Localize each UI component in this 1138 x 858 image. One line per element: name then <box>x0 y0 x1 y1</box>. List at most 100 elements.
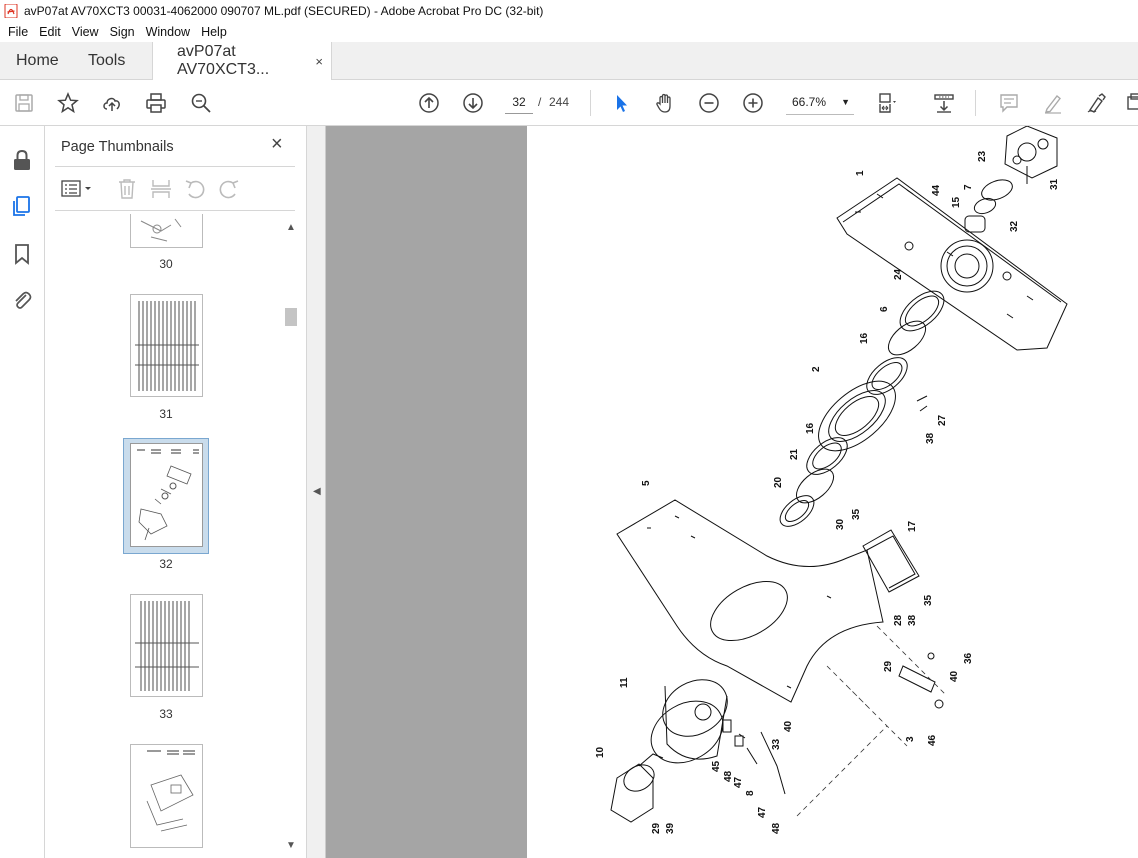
part-label: 7 <box>963 184 974 190</box>
thumbnail-options-icon[interactable] <box>61 179 95 199</box>
zoom-out-icon[interactable] <box>697 91 721 115</box>
menu-bar: File Edit View Sign Window Help <box>0 22 1138 42</box>
page-thumbnail-32[interactable] <box>130 443 203 547</box>
chevron-down-icon[interactable]: ▼ <box>286 840 296 851</box>
part-label: 29 <box>651 822 662 834</box>
page-thumbnail-31[interactable] <box>130 294 203 397</box>
part-label: 1 <box>855 170 866 176</box>
part-label: 24 <box>893 268 904 280</box>
chevron-down-icon: ▼ <box>841 97 850 107</box>
part-label: 17 <box>907 520 918 532</box>
scroll-mode-icon[interactable] <box>932 91 956 115</box>
fit-page-icon[interactable] <box>876 91 900 115</box>
save-icon[interactable] <box>12 91 36 115</box>
more-tools-icon[interactable] <box>1124 91 1138 115</box>
page-thumbnail-34[interactable] <box>130 744 203 848</box>
delete-page-icon[interactable] <box>115 177 139 201</box>
part-label: 40 <box>783 720 794 732</box>
page-thumbnail-30[interactable] <box>130 214 203 248</box>
next-page-icon[interactable] <box>461 91 485 115</box>
print-icon[interactable] <box>144 91 168 115</box>
panel-divider <box>55 210 295 211</box>
menu-window[interactable]: Window <box>146 25 190 39</box>
thumbnail-toolbar <box>55 174 295 204</box>
hand-tool-icon[interactable] <box>653 91 677 115</box>
part-label: 28 <box>893 614 904 626</box>
part-label: 35 <box>923 594 934 606</box>
page-number-input[interactable]: 32 <box>505 90 533 114</box>
page-thumbnail-33[interactable] <box>130 594 203 697</box>
bookmark-icon[interactable] <box>10 242 34 266</box>
acrobat-app-icon <box>4 4 18 18</box>
close-icon[interactable]: × <box>271 134 287 154</box>
part-label: 31 <box>1049 178 1060 190</box>
upload-cloud-icon[interactable] <box>100 91 124 115</box>
menu-edit[interactable]: Edit <box>39 25 61 39</box>
zoom-level-dropdown[interactable]: 66.7% ▼ <box>786 90 854 115</box>
part-label: 44 <box>931 184 942 196</box>
comment-icon[interactable] <box>997 91 1021 115</box>
part-label: 48 <box>771 822 782 834</box>
part-label: 3 <box>905 736 916 742</box>
chevron-up-icon[interactable]: ▲ <box>286 222 296 233</box>
part-label: 46 <box>927 734 938 746</box>
rotate-counterclockwise-icon[interactable] <box>183 177 207 201</box>
scrollbar-thumb[interactable] <box>285 308 297 326</box>
tab-document[interactable]: avP07at AV70XCT3... × <box>152 42 332 80</box>
menu-view[interactable]: View <box>72 25 99 39</box>
part-label: 11 <box>619 677 630 688</box>
attachment-icon[interactable] <box>10 288 34 312</box>
star-icon[interactable] <box>56 91 80 115</box>
tab-tools[interactable]: Tools <box>88 42 125 80</box>
part-label: 35 <box>851 508 862 520</box>
select-cursor-icon[interactable] <box>609 91 633 115</box>
part-label: 29 <box>883 660 894 672</box>
page-number-label: 30 <box>159 257 173 271</box>
page-number-label: 33 <box>159 707 173 721</box>
window-title: avP07at AV70XCT3 00031-4062000 090707 ML… <box>24 4 544 18</box>
extract-pages-icon[interactable] <box>149 177 173 201</box>
exploded-parts-drawing: 1 23 31 7 44 15 32 24 6 16 2 27 38 16 21… <box>595 126 1068 834</box>
page-separator: / <box>538 95 542 109</box>
page-number-label: 31 <box>159 407 173 421</box>
part-label: 10 <box>595 746 606 758</box>
part-label: 6 <box>879 306 890 312</box>
page-total: 244 <box>549 95 570 109</box>
zoom-in-icon[interactable] <box>741 91 765 115</box>
tab-document-label: avP07at AV70XCT3... <box>177 43 270 78</box>
left-rail <box>0 126 45 858</box>
thumbnail-list: 30 31 32 33 <box>55 214 283 858</box>
part-label: 20 <box>773 476 784 488</box>
tab-home[interactable]: Home <box>16 42 59 80</box>
part-label: 16 <box>859 332 870 344</box>
panel-splitter[interactable]: ◀ <box>307 126 326 858</box>
part-label: 32 <box>1009 220 1020 232</box>
part-label: 40 <box>949 670 960 682</box>
menu-sign[interactable]: Sign <box>110 25 135 39</box>
tab-bar: Home Tools avP07at AV70XCT3... × <box>0 42 1138 80</box>
toolbar-divider <box>590 90 591 116</box>
part-label: 16 <box>805 422 816 434</box>
part-label: 47 <box>733 776 744 788</box>
part-label: 45 <box>711 760 722 772</box>
part-label: 33 <box>771 738 782 750</box>
page-thumbnails-icon[interactable] <box>10 194 34 218</box>
panel-title: Page Thumbnails <box>61 139 174 155</box>
menu-file[interactable]: File <box>8 25 28 39</box>
highlight-pen-icon[interactable] <box>1041 91 1065 115</box>
sign-pen-icon[interactable] <box>1085 91 1109 115</box>
zoom-search-icon[interactable] <box>189 91 213 115</box>
title-bar: avP07at AV70XCT3 00031-4062000 090707 ML… <box>0 0 1138 22</box>
rotate-clockwise-icon[interactable] <box>217 177 241 201</box>
lock-icon[interactable] <box>10 148 34 172</box>
part-label: 47 <box>757 806 768 818</box>
previous-page-icon[interactable] <box>417 91 441 115</box>
menu-help[interactable]: Help <box>201 25 227 39</box>
thumbnail-scrollbar[interactable]: ▲ ▼ <box>283 222 299 858</box>
collapse-panel-icon[interactable]: ◀ <box>313 486 321 497</box>
page-thumbnails-panel: Page Thumbnails × 30 31 32 33 ▲ ▼ <box>45 126 307 858</box>
part-label: 30 <box>835 518 846 530</box>
toolbar-divider <box>975 90 976 116</box>
zoom-value: 66.7% <box>792 95 827 109</box>
tab-close-icon[interactable]: × <box>315 54 323 69</box>
